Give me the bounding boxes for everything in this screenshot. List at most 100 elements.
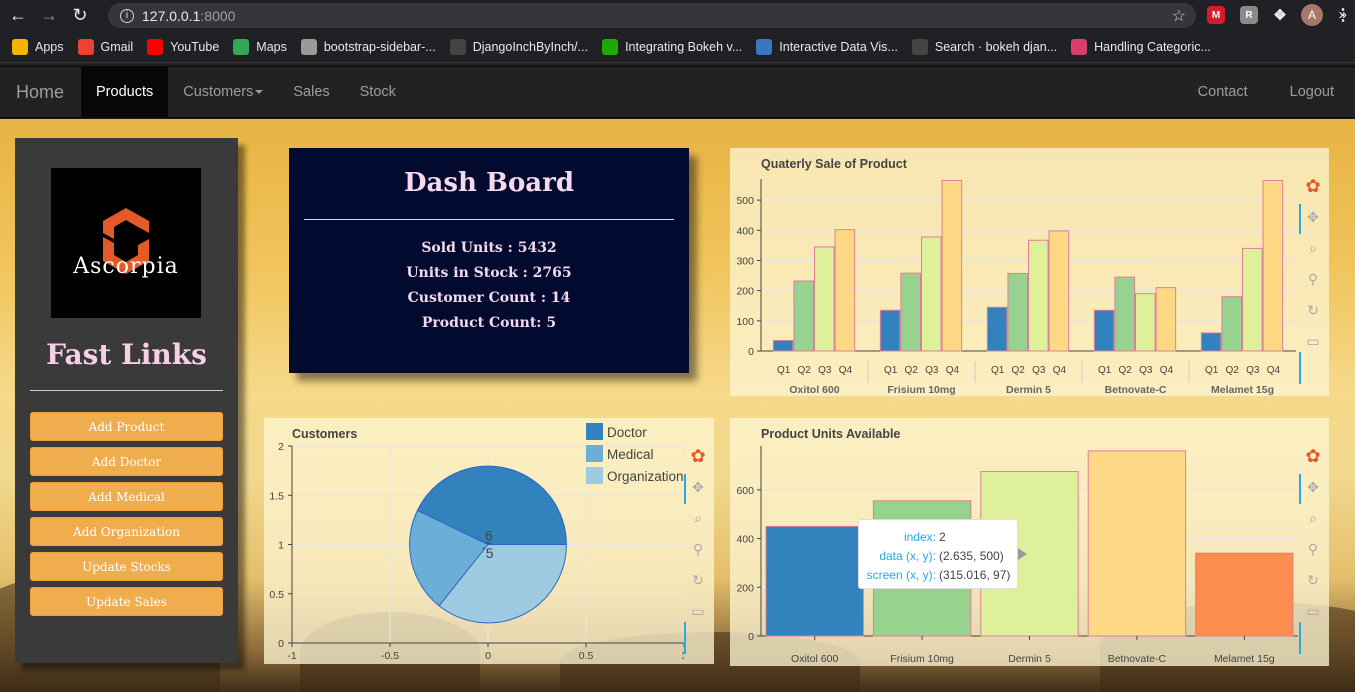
box-zoom-icon[interactable]: ⌕	[688, 508, 708, 528]
bar	[1155, 287, 1177, 352]
add-product-button[interactable]: Add Product	[30, 412, 223, 441]
extension-m-icon[interactable]: M	[1207, 6, 1225, 24]
reset-icon[interactable]: ↻	[1303, 300, 1323, 320]
nav-item-customers[interactable]: Customers	[168, 67, 278, 117]
nav-item-sales[interactable]: Sales	[278, 67, 344, 117]
hover-icon[interactable]: ▭	[688, 601, 708, 621]
nav-brand-home[interactable]: Home	[0, 67, 81, 117]
forward-arrow-icon[interactable]: →	[36, 3, 62, 29]
nav-item-stock[interactable]: Stock	[345, 67, 411, 117]
bookmark-item[interactable]: Gmail	[77, 38, 133, 55]
dashboard-card: Dash Board Sold Units : 5432 Units in St…	[289, 148, 689, 373]
x-tick-label: Q1	[991, 365, 1005, 376]
bar	[772, 339, 794, 352]
nav-item-logout[interactable]: Logout	[1272, 67, 1355, 117]
bokeh-logo-icon[interactable]: ✿	[1303, 176, 1323, 196]
tooltip-arrow	[1018, 548, 1027, 560]
wheel-zoom-icon[interactable]: ⚲	[1303, 269, 1323, 289]
stat-units-in-stock: Units in Stock : 2765	[406, 265, 572, 281]
x-tick-label: 0	[485, 650, 491, 662]
bookmark-item[interactable]: Search · bokeh djan...	[911, 38, 1057, 55]
box-zoom-icon[interactable]: ⌕	[1303, 508, 1323, 528]
update-sales-button[interactable]: Update Sales	[30, 587, 223, 616]
category-label: Dermin 5	[1006, 384, 1051, 396]
tooltip-value: 2	[939, 529, 946, 544]
bookmarks-overflow-icon[interactable]: »	[1339, 6, 1347, 23]
y-tick-label: 200	[736, 286, 754, 298]
bar	[879, 309, 901, 352]
add-organization-button[interactable]: Add Organization	[30, 517, 223, 546]
bookmark-item[interactable]: Interactive Data Vis...	[756, 38, 898, 55]
pan-icon[interactable]: ✥	[1303, 477, 1323, 497]
address-bar[interactable]: i 127.0.0.1:8000 ☆	[108, 3, 1196, 28]
category-label: Betnovate-C	[1105, 384, 1167, 396]
reload-icon[interactable]: ↻	[67, 3, 93, 29]
bookmark-label: Maps	[256, 39, 287, 54]
wheel-zoom-icon[interactable]: ⚲	[1303, 539, 1323, 559]
bookmark-item[interactable]: Apps	[12, 38, 64, 55]
hover-icon[interactable]: ▭	[1303, 601, 1323, 621]
x-tick-label: Q4	[946, 365, 960, 376]
y-tick-label: 500	[736, 195, 754, 207]
tool-active-indicator	[684, 622, 686, 654]
bookmark-item[interactable]: bootstrap-sidebar-...	[300, 38, 436, 55]
reset-icon[interactable]: ↻	[1303, 570, 1323, 590]
bar	[1200, 332, 1222, 352]
bar	[1242, 247, 1263, 352]
bar	[1007, 272, 1028, 352]
ascorpia-logo: Ascorpia	[51, 168, 201, 318]
wheel-zoom-icon[interactable]: ⚲	[688, 539, 708, 559]
tooltip-key: screen (x, y):	[866, 567, 936, 582]
reset-icon[interactable]: ↻	[688, 570, 708, 590]
gmail-icon	[77, 38, 94, 55]
bokeh-logo-icon[interactable]: ✿	[1303, 446, 1323, 466]
x-tick-label: Melamet 15g	[1214, 653, 1275, 665]
tool-active-indicator	[684, 474, 686, 504]
x-tick-label: Q4	[839, 365, 853, 376]
x-tick-label: Q3	[818, 365, 832, 376]
nav-item-contact[interactable]: Contact	[1183, 67, 1272, 117]
tooltip-row: index: 2	[859, 527, 1017, 546]
update-stocks-button[interactable]: Update Stocks	[30, 552, 223, 581]
bokeh-logo-icon[interactable]: ✿	[688, 446, 708, 466]
bar	[900, 272, 922, 352]
x-tick-label: Q1	[777, 365, 791, 376]
tooltip-value: (2.635, 500)	[939, 548, 1004, 563]
add-doctor-button[interactable]: Add Doctor	[30, 447, 223, 476]
bar	[921, 236, 942, 352]
stat-customer-count: Customer Count : 14	[407, 290, 571, 306]
hover-icon[interactable]: ▭	[1303, 331, 1323, 351]
back-arrow-icon[interactable]: ←	[5, 3, 31, 29]
colorwheel-icon	[1071, 38, 1088, 55]
quarterly-sales-chart[interactable]: 0100200300400500Q1 Q2 Q3 Q4Oxitol 600Q1 Q2 Q3…	[730, 148, 1300, 396]
profile-avatar[interactable]: A	[1301, 4, 1323, 26]
pan-icon[interactable]: ✥	[688, 477, 708, 497]
add-medical-button[interactable]: Add Medical	[30, 482, 223, 511]
tool-active-indicator	[1299, 622, 1301, 654]
y-tick-label: 400	[736, 534, 754, 546]
bookmark-label: Interactive Data Vis...	[779, 39, 898, 54]
bookmark-label: Apps	[35, 39, 64, 54]
bookmark-star-icon[interactable]: ☆	[1172, 6, 1186, 26]
category-label: Melamet 15g	[1211, 384, 1274, 396]
y-tick-label: 0	[748, 346, 754, 358]
nav-item-products[interactable]: Products	[81, 67, 169, 117]
info-icon[interactable]: i	[120, 8, 134, 23]
x-tick-label: Betnovate-C	[1108, 653, 1167, 665]
category-label: Oxitol 600	[789, 384, 839, 396]
pan-icon[interactable]: ✥	[1303, 207, 1323, 227]
extensions-puzzle-icon[interactable]: ❖	[1271, 6, 1289, 24]
bookmark-item[interactable]: Handling Categoric...	[1071, 38, 1211, 55]
x-tick-label: Q3	[1139, 365, 1153, 376]
bookmark-item[interactable]: DjangoInchByInch/...	[449, 38, 588, 55]
customers-pie-chart[interactable]: 00.511.52-1-0.500.51635DoctorMedicalOrga…	[264, 418, 684, 664]
x-tick-label: Q2	[1119, 365, 1133, 376]
bookmark-item[interactable]: Maps	[233, 38, 287, 55]
extension-translate-icon[interactable]: R	[1240, 6, 1258, 24]
bookmark-item[interactable]: YouTube	[147, 38, 219, 55]
box-zoom-icon[interactable]: ⌕	[1303, 238, 1323, 258]
bar	[765, 525, 864, 637]
main-content: Ascorpia Fast Links Add Product Add Doct…	[0, 119, 1355, 692]
bookmark-item[interactable]: Integrating Bokeh v...	[602, 38, 742, 55]
clock-icon	[602, 38, 619, 55]
